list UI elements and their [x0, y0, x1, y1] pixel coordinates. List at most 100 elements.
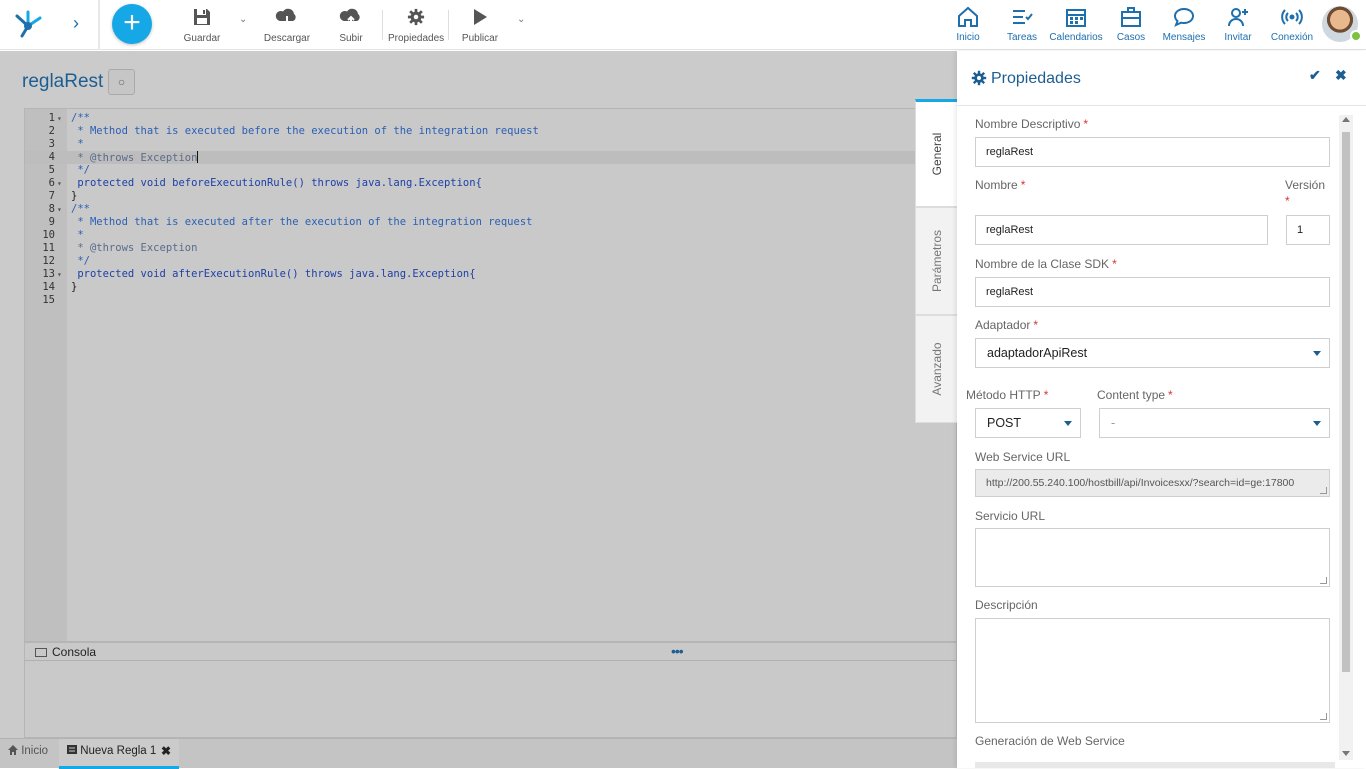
save-label: Guardar [183, 33, 221, 44]
content-type-label: Content type * [1097, 388, 1173, 402]
code-line[interactable]: 3 * [25, 138, 956, 151]
tab-parametros[interactable]: Parámetros [915, 207, 957, 315]
code-text: * [71, 229, 84, 241]
sdk-class-input[interactable]: reglaRest [975, 277, 1330, 307]
panel-header: Propiedades ✔ ✖ [957, 51, 1366, 106]
ws-url-input[interactable]: http://200.55.240.100/hostbill/api/Invoi… [975, 469, 1330, 497]
line-number: 5 [48, 164, 55, 176]
tab-label: Parámetros [929, 229, 944, 293]
tab-avanzado[interactable]: Avanzado [915, 315, 957, 423]
code-text: } [71, 281, 78, 293]
code-text: protected void afterExecutionRule() thro… [71, 268, 476, 280]
confirm-icon[interactable]: ✔ [1309, 67, 1321, 84]
status-toggle-button[interactable]: ○ [108, 69, 135, 95]
line-number: 11 [42, 242, 55, 254]
console-menu-icon[interactable]: ••• [671, 643, 684, 659]
code-line[interactable]: 15 [25, 294, 956, 307]
page-title: reglaRest [22, 71, 104, 92]
briefcase-icon [1121, 7, 1141, 27]
code-line[interactable]: 10 * [25, 229, 956, 242]
ws-generation-label: Generación de Web Service [975, 734, 1125, 748]
tab-general[interactable]: General [915, 99, 957, 207]
console-panel: Consola ••• [24, 642, 957, 738]
tab-label: Nueva Regla 1 [80, 745, 157, 757]
divider [448, 10, 449, 40]
divider [382, 10, 383, 40]
code-editor[interactable]: 1 ▾/** 2 * Method that is executed before … [24, 108, 957, 642]
scrollbar-thumb[interactable] [1342, 132, 1350, 672]
nav-calendarios[interactable]: Calendarios [1049, 6, 1103, 46]
code-line[interactable]: 6 ▾ protected void beforeExecutionRule() … [25, 177, 956, 190]
nav-invitar[interactable]: Invitar [1222, 6, 1254, 46]
code-line[interactable]: 13 ▾ protected void afterExecutionRule() … [25, 268, 956, 281]
fold-arrow-icon[interactable]: ▾ [57, 177, 62, 190]
horizontal-scrollbar[interactable] [975, 762, 1335, 768]
properties-button[interactable]: Propiedades [388, 6, 444, 46]
save-options-chevron-icon[interactable]: ⌄ [239, 14, 247, 25]
code-line[interactable]: 14} [25, 281, 956, 294]
tab-nueva-regla[interactable]: Nueva Regla 1 ✖ [59, 739, 179, 769]
sdk-class-label: Nombre de la Clase SDK * [975, 257, 1117, 271]
fold-arrow-icon[interactable]: ▾ [57, 268, 62, 281]
tab-label: General [929, 132, 944, 176]
scroll-up-icon[interactable] [1342, 117, 1350, 122]
expand-menu-icon[interactable]: › [68, 14, 84, 32]
fold-arrow-icon[interactable]: ▾ [57, 203, 62, 216]
fold-arrow-icon[interactable]: ▾ [57, 112, 62, 125]
chat-icon [1173, 7, 1195, 27]
nav-label: Casos [1116, 32, 1146, 43]
descriptive-name-input[interactable]: reglaRest [975, 137, 1330, 167]
resize-grip-icon[interactable] [1320, 713, 1327, 720]
code-line[interactable]: 9 * Method that is executed after the ex… [25, 216, 956, 229]
code-line[interactable]: 2 * Method that is executed before the e… [25, 125, 956, 138]
service-url-label: Servicio URL [975, 509, 1046, 523]
app-logo-icon[interactable] [12, 8, 44, 40]
nav-mensajes[interactable]: Mensajes [1162, 6, 1206, 46]
calendar-icon [1066, 9, 1086, 27]
code-line[interactable]: 11 * @throws Exception [25, 242, 956, 255]
upload-button[interactable]: Subir [336, 6, 366, 46]
scroll-down-icon[interactable] [1342, 751, 1350, 756]
close-icon[interactable]: ✖ [1335, 67, 1347, 84]
resize-grip-icon[interactable] [1320, 487, 1327, 494]
chevron-down-icon [1313, 351, 1321, 356]
nav-label: Calendarios [1049, 32, 1103, 43]
publish-options-chevron-icon[interactable]: ⌄ [517, 14, 525, 25]
save-button[interactable]: Guardar [180, 6, 224, 46]
code-line[interactable]: 7} [25, 190, 956, 203]
code-text: } [71, 190, 78, 202]
close-tab-icon[interactable]: ✖ [161, 744, 171, 758]
name-input[interactable]: reglaRest [975, 215, 1268, 245]
ws-url-label: Web Service URL [975, 450, 1071, 464]
code-line[interactable]: 5 */ [25, 164, 956, 177]
code-line[interactable]: 1 ▾ /** [25, 112, 956, 125]
nav-tareas[interactable]: Tareas [1005, 6, 1039, 46]
code-text: * @throws Exception [71, 242, 198, 254]
console-label: Consola [52, 645, 97, 659]
nav-casos[interactable]: Casos [1115, 6, 1147, 46]
code-text: * Method that is executed before the exe… [71, 125, 539, 137]
line-number: 9 [48, 216, 55, 228]
code-text: * Method that is executed after the exec… [71, 216, 533, 228]
online-status-icon [1350, 30, 1362, 42]
code-line[interactable]: 8 ▾ /** [25, 203, 956, 216]
version-input[interactable]: 1 [1286, 215, 1330, 245]
content-type-select[interactable]: - [1099, 408, 1330, 438]
http-method-select[interactable]: POST [975, 408, 1081, 438]
download-label: Descargar [263, 33, 311, 44]
nav-conexion[interactable]: Conexión [1270, 6, 1314, 46]
code-line[interactable]: 12 */ [25, 255, 956, 268]
line-number: 14 [42, 281, 55, 293]
nav-inicio[interactable]: Inicio [953, 6, 983, 46]
service-url-textarea[interactable] [975, 528, 1330, 587]
play-icon [474, 9, 487, 25]
add-button[interactable]: + [112, 4, 152, 44]
code-line[interactable]: 4 * @throws Exception [25, 151, 956, 164]
download-button[interactable]: Descargar [262, 6, 312, 46]
adapter-select[interactable]: adaptadorApiRest [975, 338, 1330, 368]
description-textarea[interactable] [975, 618, 1330, 723]
resize-grip-icon[interactable] [1320, 577, 1327, 584]
tab-inicio[interactable]: Inicio [8, 745, 48, 757]
panel-scrollbar[interactable] [1339, 115, 1353, 760]
publish-button[interactable]: Publicar [460, 6, 500, 46]
